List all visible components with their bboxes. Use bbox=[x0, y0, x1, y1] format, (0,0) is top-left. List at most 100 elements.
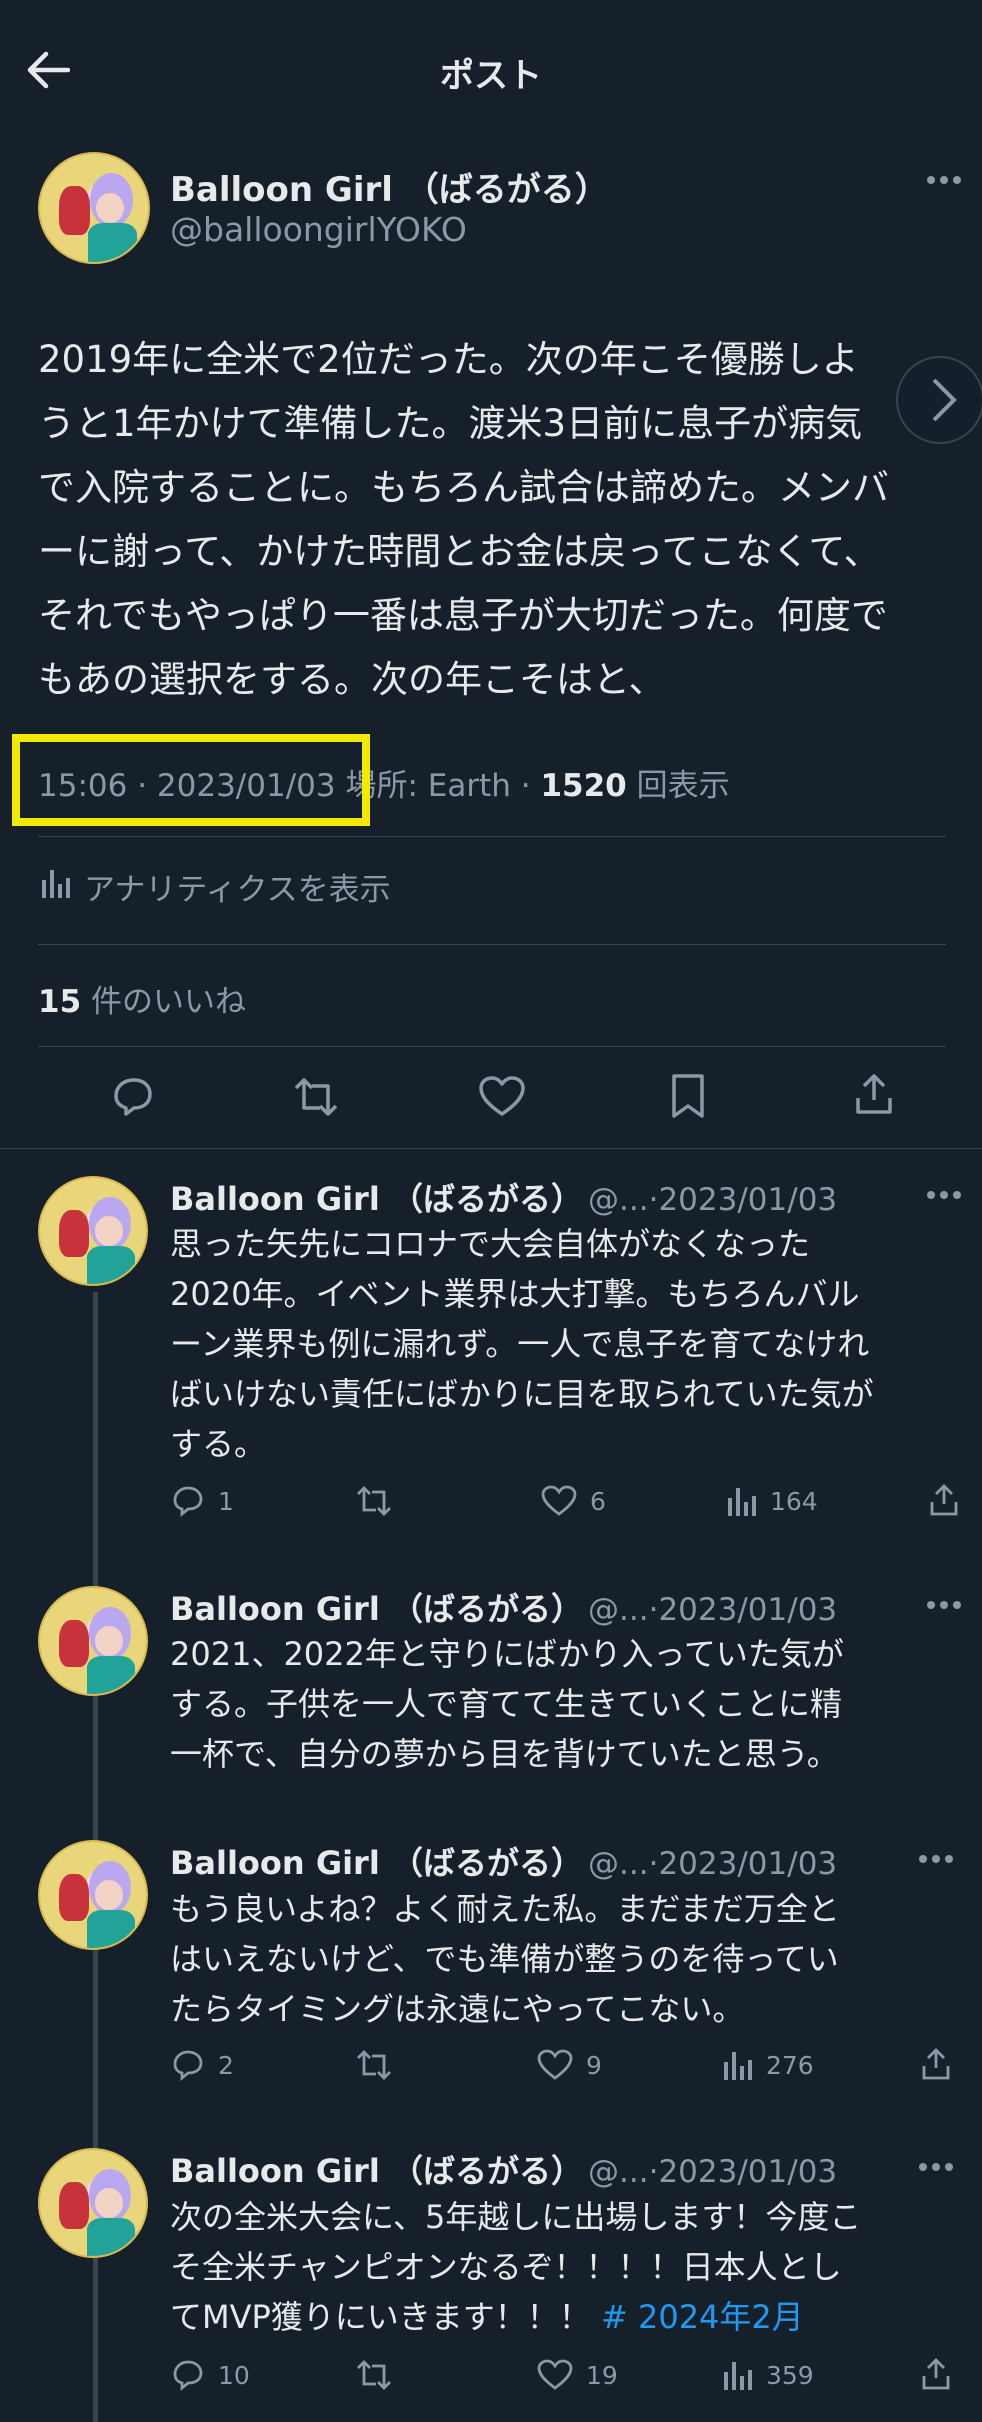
reply-handle-date[interactable]: @...·2023/01/03 bbox=[588, 1846, 837, 1882]
more-icon bbox=[927, 176, 961, 184]
more-icon bbox=[927, 1601, 961, 1609]
reply-share-stat[interactable] bbox=[920, 2356, 952, 2392]
bookmark-button[interactable] bbox=[668, 1072, 708, 1120]
reply-text-line: 次の全米大会に、5年越しに出場します！今度こ bbox=[170, 2198, 862, 2236]
view-count: 164 bbox=[770, 1486, 818, 1516]
analytics-icon bbox=[724, 2362, 752, 2390]
reply-handle-date[interactable]: @...·2023/01/03 bbox=[588, 1182, 837, 1218]
author-handle[interactable]: @balloongirlYOKO bbox=[170, 210, 467, 249]
reply-text-line: ばいけない責任にばかりに目を取られていた気が bbox=[170, 1375, 874, 1413]
reply-header: Balloon Girl （ばるがる） @...·2023/01/03 bbox=[170, 1838, 837, 1884]
page-title: ポスト bbox=[440, 56, 542, 96]
reply-author-name[interactable]: Balloon Girl （ばるがる） bbox=[170, 1844, 583, 1882]
reply-header: Balloon Girl （ばるがる） @...·2023/01/03 bbox=[170, 1584, 837, 1630]
post-text-line: 2019年に全米で2位だった。次の年こそ優勝しよ bbox=[38, 338, 859, 381]
reply-handle-date[interactable]: @...·2023/01/03 bbox=[588, 1592, 837, 1628]
reply-count: 2 bbox=[218, 2050, 234, 2080]
reply-author-name[interactable]: Balloon Girl （ばるがる） bbox=[170, 1590, 583, 1628]
reply-text-line: する。 bbox=[170, 1425, 267, 1463]
reply-count: 1 bbox=[218, 1486, 234, 1516]
like-button[interactable] bbox=[477, 1074, 527, 1120]
repost-button[interactable] bbox=[290, 1074, 342, 1120]
reply-share-stat[interactable] bbox=[920, 2046, 952, 2082]
reply-views-stat[interactable]: 276 bbox=[722, 2048, 814, 2082]
reply-avatar[interactable] bbox=[38, 1840, 148, 1950]
reply-like-stat[interactable]: 19 bbox=[536, 2358, 618, 2392]
post-text-line: で入院することに。もちろん試合は諦めた。メンバ bbox=[38, 466, 889, 509]
reply-repost-stat[interactable] bbox=[354, 2048, 394, 2082]
reply-more-button[interactable] bbox=[918, 2162, 954, 2172]
reply-like-stat[interactable]: 9 bbox=[536, 2048, 602, 2082]
author-name[interactable]: Balloon Girl （ばるがる） bbox=[170, 162, 609, 211]
reply-author-name[interactable]: Balloon Girl （ばるがる） bbox=[170, 2152, 583, 2190]
reply-repost-stat[interactable] bbox=[354, 1484, 394, 1518]
reply-replies-stat[interactable]: 1 bbox=[170, 1484, 234, 1518]
reply-avatar[interactable] bbox=[38, 1586, 148, 1696]
reply-text-line: 2020年。イベント業界は大打撃。もちろんバル bbox=[170, 1275, 860, 1313]
chevron-right-icon bbox=[932, 378, 957, 422]
reply-button[interactable] bbox=[108, 1074, 156, 1120]
share-icon bbox=[922, 2048, 950, 2080]
repost-icon bbox=[357, 2050, 391, 2080]
reply-share-stat[interactable] bbox=[928, 1482, 960, 1518]
reply-repost-stat[interactable] bbox=[354, 2358, 394, 2392]
analytics-icon bbox=[728, 1488, 756, 1516]
reply-text-line: てMVP獲りにいきます！！！ # 2024年2月 bbox=[170, 2292, 861, 2342]
reply-handle-date[interactable]: @...·2023/01/03 bbox=[588, 2154, 837, 2190]
reply-avatar[interactable] bbox=[38, 1176, 148, 1286]
reply-icon bbox=[173, 2050, 203, 2081]
analytics-link[interactable]: アナリティクスを表示 bbox=[84, 864, 391, 909]
reply-more-button[interactable] bbox=[926, 1190, 962, 1200]
like-count: 9 bbox=[586, 2050, 602, 2080]
likes-summary[interactable]: 15 件のいいね bbox=[38, 976, 246, 1021]
avatar[interactable] bbox=[38, 152, 150, 264]
highlight-box bbox=[12, 734, 370, 826]
reply-text-line: する。子供を一人で育てて生きていくことに精 bbox=[170, 1685, 843, 1723]
reply-icon bbox=[173, 2360, 203, 2391]
likes-count: 15 bbox=[38, 984, 82, 1020]
reply-text-line: そ全米チャンピオンなるぞ！！！！日本人とし bbox=[170, 2248, 842, 2286]
like-count: 19 bbox=[586, 2360, 618, 2390]
reply-text: 思った矢先にコロナで大会自体がなくなった 2020年。イベント業界は大打撃。もち… bbox=[170, 1219, 874, 1469]
reply-like-stat[interactable]: 6 bbox=[540, 1484, 606, 1518]
next-media-button[interactable] bbox=[896, 356, 982, 444]
more-icon bbox=[919, 1855, 953, 1863]
analytics-icon bbox=[724, 2052, 752, 2080]
reply-text: 2021、2022年と守りにばかり入っていた気が する。子供を一人で育てて生きて… bbox=[170, 1629, 844, 1779]
reply-avatar[interactable] bbox=[38, 2148, 148, 2258]
reply-more-button[interactable] bbox=[926, 1600, 962, 1610]
post-text-line: もあの選択をする。次の年こそはと、 bbox=[38, 658, 666, 701]
reply-views-stat[interactable]: 359 bbox=[722, 2358, 814, 2392]
hashtag-link[interactable]: # 2024年2月 bbox=[601, 2298, 804, 2336]
reply-text-line: 2021、2022年と守りにばかり入っていた気が bbox=[170, 1635, 844, 1673]
more-icon bbox=[927, 1191, 961, 1199]
reply-author-name[interactable]: Balloon Girl （ばるがる） bbox=[170, 1180, 583, 1218]
reply-icon bbox=[114, 1078, 152, 1116]
share-button[interactable] bbox=[852, 1070, 896, 1118]
reply-header: Balloon Girl （ばるがる） @...·2023/01/03 bbox=[170, 2146, 837, 2192]
post-text-line: それでもやっぱり一番は息子が大切だった。何度で bbox=[38, 594, 888, 637]
more-options-button[interactable] bbox=[926, 175, 962, 185]
analytics-icon[interactable] bbox=[40, 866, 70, 900]
repost-icon bbox=[294, 1078, 338, 1116]
bookmark-icon bbox=[672, 1074, 704, 1118]
share-icon bbox=[930, 1484, 958, 1516]
view-count: 359 bbox=[766, 2360, 814, 2390]
reply-more-button[interactable] bbox=[918, 1854, 954, 1864]
view-label: 回表示 bbox=[636, 768, 730, 804]
likes-label: 件のいいね bbox=[91, 984, 246, 1020]
reply-text-line: ーン業界も例に漏れず。一人で息子を育てなけれ bbox=[170, 1325, 870, 1363]
share-icon bbox=[856, 1074, 892, 1114]
reply-text: もう良いよね？よく耐えた私。まだまだ万全と はいえないけど、でも準備が整うのを待… bbox=[170, 1884, 840, 2034]
reply-text-segment: てMVP獲りにいきます！！！ bbox=[170, 2298, 591, 2336]
heart-icon bbox=[537, 2049, 573, 2080]
view-count: 276 bbox=[766, 2050, 814, 2080]
reply-views-stat[interactable]: 164 bbox=[726, 1484, 818, 1518]
reply-replies-stat[interactable]: 2 bbox=[170, 2048, 234, 2082]
reply-replies-stat[interactable]: 10 bbox=[170, 2358, 250, 2392]
repost-icon bbox=[357, 1486, 391, 1516]
reply-text-line: たらタイミングは永遠にやってこない。 bbox=[170, 1990, 745, 2028]
reply-count: 10 bbox=[218, 2360, 250, 2390]
reply-text-line: 一杯で、自分の夢から目を背けていたと思う。 bbox=[170, 1735, 839, 1773]
reply-icon bbox=[173, 1486, 203, 1517]
